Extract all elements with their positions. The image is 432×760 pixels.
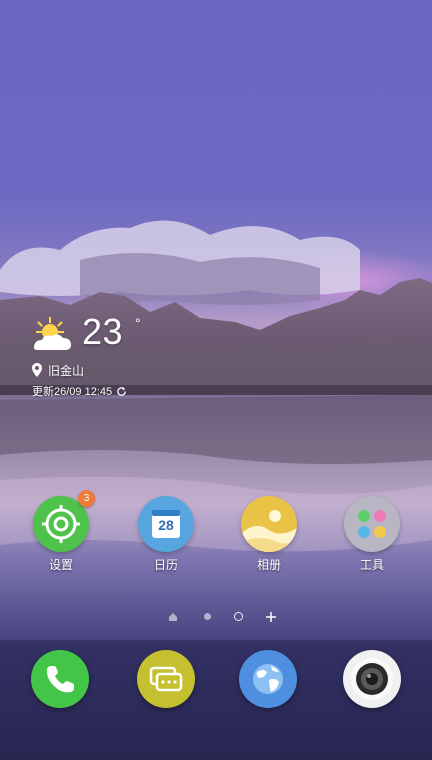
phone-icon xyxy=(46,666,74,693)
last-updated-text: 更新26/09 12:45 xyxy=(32,386,113,398)
calendar-icon: 28 xyxy=(138,496,194,552)
app-label-gallery: 相册 xyxy=(256,558,281,572)
page-dot-current[interactable] xyxy=(234,612,243,621)
degree-symbol: ° xyxy=(135,315,141,331)
weather-widget[interactable]: 23 ° 旧金山 更新26/09 12:45 xyxy=(28,308,258,398)
location-label: 旧金山 xyxy=(48,363,85,378)
app-gallery[interactable]: 相册 xyxy=(229,496,309,576)
update-row: 更新26/09 12:45 xyxy=(32,383,127,399)
messages-icon xyxy=(149,666,183,692)
partly-sunny-icon xyxy=(34,317,71,350)
dock-phone[interactable] xyxy=(31,650,89,708)
dock-camera[interactable] xyxy=(343,650,401,708)
dock-messages[interactable] xyxy=(137,650,195,708)
app-tools-folder[interactable]: 工具 xyxy=(332,496,412,576)
location-pin-icon xyxy=(32,363,42,377)
gallery-icon xyxy=(241,496,297,552)
location-row[interactable]: 旧金山 xyxy=(32,362,84,378)
browser-globe-icon xyxy=(253,664,283,694)
calendar-date: 28 xyxy=(158,517,174,533)
app-settings[interactable]: 3 设置 xyxy=(21,490,101,576)
home-page-indicator-icon[interactable] xyxy=(168,612,178,622)
page-dot[interactable] xyxy=(204,613,211,620)
app-label-tools: 工具 xyxy=(359,558,384,572)
app-calendar[interactable]: 28 日历 xyxy=(126,496,206,576)
refresh-icon[interactable] xyxy=(116,386,127,397)
camera-icon xyxy=(351,658,393,700)
tools-folder-icon xyxy=(344,496,400,552)
notification-badge: 3 xyxy=(78,490,95,507)
temperature-text: 23 xyxy=(82,311,124,352)
dock-browser[interactable] xyxy=(239,650,297,708)
page-indicator[interactable] xyxy=(168,610,280,624)
app-label-calendar: 日历 xyxy=(153,558,178,572)
add-page-icon[interactable] xyxy=(266,612,276,622)
app-label-settings: 设置 xyxy=(48,558,73,572)
